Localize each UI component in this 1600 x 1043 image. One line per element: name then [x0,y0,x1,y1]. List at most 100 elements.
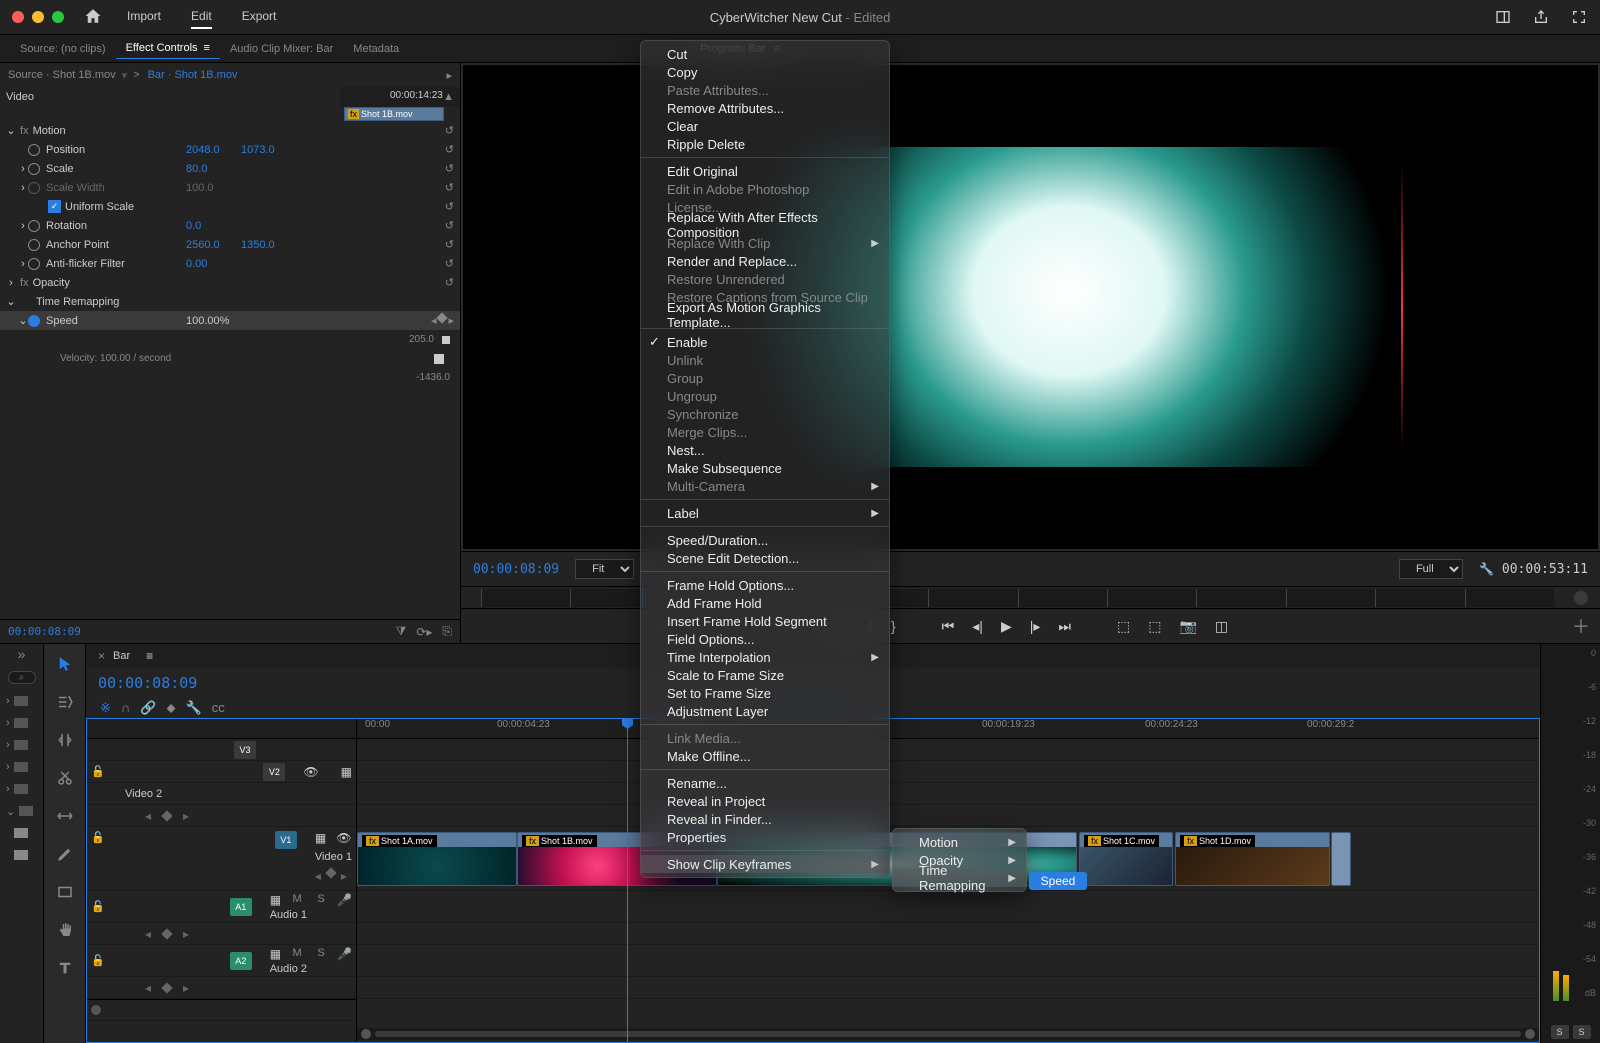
menu-item[interactable]: Make Offline... [641,747,889,765]
menu-import[interactable]: Import [127,5,161,29]
reset-icon[interactable]: ↺ [445,124,454,137]
stopwatch-icon[interactable] [28,258,40,270]
timeline-clip[interactable]: fxShot 1C.mov [1079,832,1173,886]
track-a1-target[interactable]: A1 [230,898,252,916]
effect-clip-bar[interactable]: fx Shot 1B.mov [344,107,444,121]
zoom-scrollbar[interactable] [375,1031,1521,1037]
menu-item[interactable]: Replace With After Effects Composition [641,216,889,234]
lift-icon[interactable]: ⬚ [1117,618,1130,635]
menu-export[interactable]: Export [242,5,277,29]
play-around-icon[interactable]: ⟳▸ [416,625,432,639]
next-kf-icon[interactable]: ▸ [183,809,189,823]
film-icon[interactable]: ▦ [341,765,352,779]
mic-icon[interactable]: 🎤 [337,893,352,907]
source-crumb-left[interactable]: Source · Shot 1B.mov [8,69,116,81]
menu-item[interactable]: Reveal in Finder... [641,810,889,828]
sequence-tab[interactable]: Bar [105,648,138,664]
menu-item[interactable]: Speed/Duration... [641,531,889,549]
tab-effect-controls[interactable]: Effect Controls≡ [116,38,220,59]
anchor-y[interactable]: 1350.0 [241,239,296,251]
menu-item[interactable]: Show Clip Keyframes▶ [641,855,889,873]
settings-icon[interactable]: 🔧 [186,700,202,716]
stopwatch-icon[interactable] [28,220,40,232]
rotation-val[interactable]: 0.0 [186,220,241,232]
add-kf-icon[interactable] [325,867,336,878]
comparison-icon[interactable]: ◫ [1215,618,1228,635]
project-item[interactable]: › [0,690,43,712]
lock-icon[interactable]: 🔓 [91,831,105,844]
menu-item[interactable]: Adjustment Layer [641,702,889,720]
zoom-fit-dropdown[interactable]: Fit [575,559,634,579]
reset-icon[interactable]: ↺ [445,200,454,213]
reset-icon[interactable]: ↺ [445,162,454,175]
position-y[interactable]: 1073.0 [241,144,296,156]
mute-button[interactable]: M [289,893,305,907]
rectangle-tool[interactable] [53,880,77,904]
menu-item[interactable]: Label▶ [641,504,889,522]
reset-icon[interactable]: ↺ [445,276,454,289]
next-kf-icon[interactable]: ▸ [341,869,347,883]
resolution-dropdown[interactable]: Full [1399,559,1463,579]
keyframe-marker[interactable] [442,336,450,344]
stopwatch-icon[interactable] [28,144,40,156]
menu-item[interactable]: Render and Replace... [641,252,889,270]
eye-icon[interactable]: 👁 [303,765,318,779]
workspace-icon[interactable] [1494,8,1512,26]
track-select-tool[interactable] [53,690,77,714]
speed-val[interactable]: 100.00% [186,315,241,327]
solo-button[interactable]: S [313,947,329,961]
source-crumb-right[interactable]: Bar · Shot 1B.mov [148,69,238,81]
add-keyframe-icon[interactable] [437,312,448,323]
project-item[interactable] [0,822,43,844]
tab-audio-mixer[interactable]: Audio Clip Mixer: Bar [220,39,343,59]
menu-item[interactable]: Edit Original [641,162,889,180]
twirl[interactable]: › [18,258,28,270]
uniform-scale-checkbox[interactable]: ✓ [48,200,61,213]
panel-menu-icon[interactable]: ≡ [204,42,210,54]
maximize-window[interactable] [52,11,64,23]
zoom-handle-icon[interactable] [91,1005,101,1015]
film-icon[interactable]: ▦ [270,947,281,961]
track-v3-target[interactable]: V3 [234,741,256,759]
play-only-icon[interactable]: ▸ [446,69,452,82]
tab-source[interactable]: Source: (no clips) [10,39,116,59]
project-search-input[interactable] [8,671,36,684]
frame-fwd-icon[interactable]: |▸ [1030,618,1041,635]
menu-item[interactable]: Scene Edit Detection... [641,549,889,567]
minimize-window[interactable] [32,11,44,23]
ripple-edit-tool[interactable] [53,728,77,752]
menu-item[interactable]: Clear [641,117,889,135]
project-item[interactable]: › [0,756,43,778]
prev-keyframe-icon[interactable]: ◂ [431,314,437,327]
lock-icon[interactable]: 🔓 [91,954,105,967]
lock-icon[interactable]: 🔓 [91,900,105,913]
next-keyframe-icon[interactable]: ▸ [448,314,454,327]
effect-ruler[interactable]: 00:00:14:23 [340,87,460,107]
wrench-icon[interactable]: 🔧 [1479,562,1494,576]
zoom-in-handle[interactable] [1525,1029,1535,1039]
home-icon[interactable] [84,7,102,28]
razor-tool[interactable] [53,766,77,790]
film-icon[interactable]: ▦ [270,893,281,907]
menu-item[interactable]: Make Subsequence [641,459,889,477]
menu-item[interactable]: Nest... [641,441,889,459]
step-fwd-icon[interactable]: ⏭ [1058,618,1071,635]
stopwatch-active-icon[interactable] [28,315,40,327]
selection-tool[interactable] [53,652,77,676]
marker-icon[interactable]: ⬥ [166,700,175,716]
slip-tool[interactable] [53,804,77,828]
reset-icon[interactable]: ↺ [445,219,454,232]
button-editor-icon[interactable]: ＋ [1572,613,1590,639]
context-menu[interactable]: CutCopyPaste Attributes...Remove Attribu… [640,40,890,878]
scale-val[interactable]: 80.0 [186,163,241,175]
menu-item[interactable]: Copy [641,63,889,81]
linked-selection-icon[interactable]: 🔗 [140,700,156,716]
menu-edit[interactable]: Edit [191,5,212,29]
timeline-playhead[interactable] [627,719,628,1042]
speed-submenu-item[interactable]: Speed [1029,872,1087,890]
project-expand-icon[interactable]: » [0,644,43,664]
timeline-clip[interactable]: fxShot 1D.mov [1175,832,1330,886]
play-icon[interactable]: ▶ [1001,618,1012,635]
timeline-menu-icon[interactable]: ≡ [146,649,153,663]
program-monitor[interactable] [463,65,1598,549]
